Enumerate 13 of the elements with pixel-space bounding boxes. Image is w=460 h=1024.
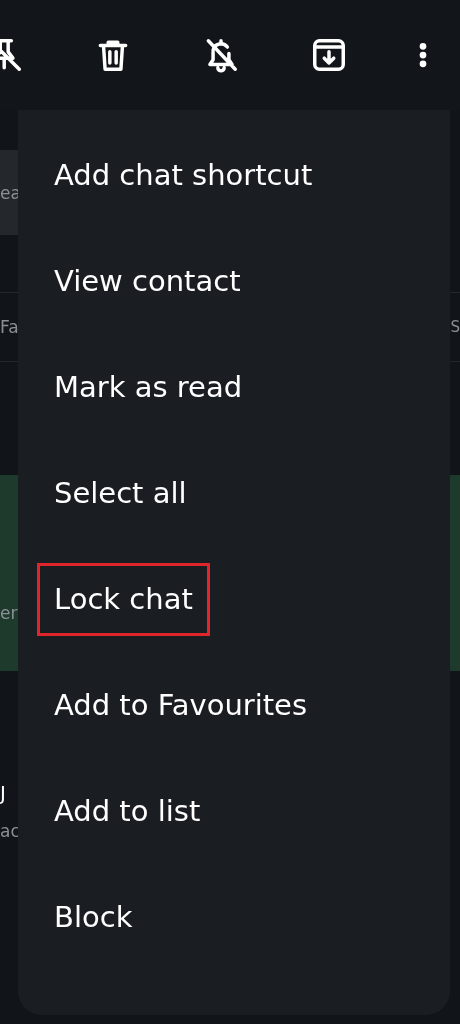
menu-item[interactable]: Block bbox=[54, 900, 133, 935]
menu-item[interactable]: View contact bbox=[54, 264, 241, 299]
filter-chip[interactable]: S bbox=[450, 318, 460, 336]
menu-item[interactable]: Add to list bbox=[54, 794, 201, 829]
archive-icon[interactable] bbox=[310, 36, 348, 74]
message-preview: er bbox=[0, 603, 19, 623]
filter-chip[interactable]: Fa bbox=[0, 317, 19, 337]
menu-item[interactable]: Add chat shortcut bbox=[54, 158, 313, 193]
menu-item[interactable]: Mark as read bbox=[54, 370, 243, 405]
menu-item[interactable]: Lock chat bbox=[40, 566, 207, 633]
message-preview: ac bbox=[0, 821, 21, 841]
menu-item[interactable]: Select all bbox=[54, 476, 187, 511]
menu-item[interactable]: Add to Favourites bbox=[54, 688, 308, 723]
